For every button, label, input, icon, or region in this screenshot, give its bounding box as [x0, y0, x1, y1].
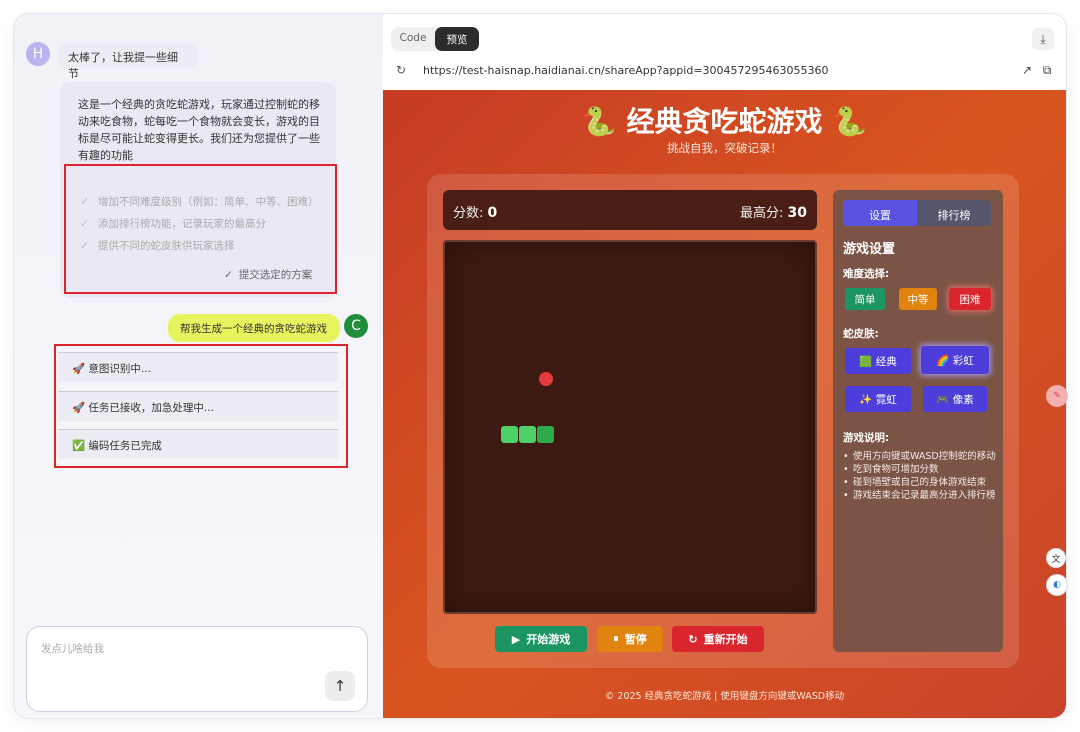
skin-rainbow-button[interactable]: 🌈 彩虹: [921, 346, 989, 374]
skin-label: 蛇皮肤:: [843, 328, 879, 340]
restart-icon: ↻: [688, 632, 698, 646]
open-external-icon[interactable]: ↗: [1017, 63, 1037, 77]
floating-tool-icon[interactable]: ✎: [1046, 385, 1068, 407]
game-page: 🐍 经典贪吃蛇游戏 🐍 挑战自我，突破记录！ 分数: 0 最高分: 30 ▶ 开…: [383, 90, 1066, 718]
assistant-icon[interactable]: ◐: [1046, 574, 1068, 596]
settings-panel: 设置 排行榜 游戏设置 难度选择: 简单 中等 困难 蛇皮肤: 🟩 经典 🌈 彩…: [833, 190, 1003, 652]
skin-pixel-button[interactable]: 🎮 像素: [923, 386, 987, 412]
difficulty-label: 难度选择:: [843, 268, 890, 280]
snake-head: [537, 426, 554, 443]
settings-tabs: 设置 排行榜: [843, 200, 991, 226]
game-title: 🐍 经典贪吃蛇游戏 🐍: [581, 105, 868, 138]
rule-item: 游戏结束会记录最高分进入排行榜: [843, 489, 997, 502]
difficulty-easy-button[interactable]: 简单: [845, 288, 885, 310]
message-input[interactable]: 发点儿啥给我 ↑: [26, 626, 368, 712]
score-bar: 分数: 0 最高分: 30: [443, 190, 817, 230]
skin-neon-button[interactable]: ✨ 霓虹: [845, 386, 911, 412]
tab-code[interactable]: Code: [391, 27, 435, 51]
ai-response-text: 这是一个经典的贪吃蛇游戏，玩家通过控制蛇的移动来吃食物，蛇每吃一个食物就会变长，…: [78, 98, 320, 162]
app-window: H 太棒了，让我提一些细节 这是一个经典的贪吃蛇游戏，玩家通过控制蛇的移动来吃食…: [14, 14, 1066, 718]
tab-preview[interactable]: 预览: [435, 27, 479, 51]
status-received: 🚀 任务已接收，加急处理中...: [58, 391, 338, 421]
user-avatar: H: [26, 42, 50, 66]
start-game-button[interactable]: ▶ 开始游戏: [495, 626, 587, 652]
game-card: 分数: 0 最高分: 30 ▶ 开始游戏 ⏸ 暂停 ↻ 重新开始 设置 排行榜 …: [427, 174, 1019, 668]
option-skins[interactable]: ✓ 提供不同的蛇皮肤供玩家选择: [80, 238, 235, 253]
skin-classic-button[interactable]: 🟩 经典: [845, 348, 911, 374]
rule-item: 吃到食物可增加分数: [843, 463, 997, 476]
pause-icon: ⏸: [613, 632, 619, 645]
tab-leaderboard[interactable]: 排行榜: [917, 200, 991, 226]
download-icon[interactable]: ⤓: [1032, 28, 1054, 50]
score-display: 分数: 0: [453, 205, 498, 221]
send-button[interactable]: ↑: [325, 671, 355, 701]
restart-button[interactable]: ↻ 重新开始: [672, 626, 764, 652]
submit-options-button[interactable]: ✓ 提交选定的方案: [224, 267, 312, 282]
url-text[interactable]: https://test-haisnap.haidianai.cn/shareA…: [423, 64, 1017, 77]
preview-panel: Code 预览 ⤓ ↻ https://test-haisnap.haidian…: [383, 14, 1066, 718]
option-leaderboard[interactable]: ✓ 添加排行榜功能，记录玩家的最高分: [80, 216, 266, 231]
game-board[interactable]: [443, 240, 817, 614]
game-subtitle: 挑战自我，突破记录！: [667, 141, 782, 155]
check-icon: ✓: [80, 216, 90, 230]
food: [539, 372, 553, 386]
settings-title: 游戏设置: [843, 242, 896, 257]
rule-item: 碰到墙壁或自己的身体游戏结束: [843, 476, 997, 489]
reload-icon[interactable]: ↻: [391, 63, 411, 77]
bot-avatar: C: [344, 314, 368, 338]
translate-icon[interactable]: 文: [1046, 548, 1066, 568]
option-difficulty[interactable]: ✓ 增加不同难度级别（例如：简单、中等、困难）: [80, 194, 319, 209]
address-bar: ↻ https://test-haisnap.haidianai.cn/shar…: [391, 56, 1057, 84]
user-message: 帮我生成一个经典的贪吃蛇游戏: [168, 314, 340, 342]
snake-segment: [501, 426, 518, 443]
chat-panel: H 太棒了，让我提一些细节 这是一个经典的贪吃蛇游戏，玩家通过控制蛇的移动来吃食…: [14, 14, 384, 718]
game-footer: © 2025 经典贪吃蛇游戏 | 使用键盘方向键或WASD移动: [604, 691, 845, 702]
check-icon: ✓: [224, 268, 233, 281]
copy-window-icon[interactable]: ⧉: [1037, 63, 1057, 78]
pause-button[interactable]: ⏸ 暂停: [597, 626, 663, 652]
snake-segment: [519, 426, 536, 443]
rules-list: 使用方向键或WASD控制蛇的移动 吃到食物可增加分数 碰到墙壁或自己的身体游戏结…: [843, 450, 997, 502]
difficulty-medium-button[interactable]: 中等: [899, 288, 937, 310]
arrow-up-icon: ↑: [333, 677, 347, 695]
status-intent: 🚀 意图识别中...: [58, 352, 338, 382]
rules-label: 游戏说明:: [843, 432, 890, 444]
check-icon: ✓: [80, 194, 90, 208]
high-score-display: 最高分: 30: [739, 205, 807, 221]
check-icon: ✓: [80, 238, 90, 252]
play-icon: ▶: [511, 632, 521, 646]
tab-settings[interactable]: 设置: [843, 200, 917, 226]
rule-item: 使用方向键或WASD控制蛇的移动: [843, 450, 997, 463]
user-message-top: 太棒了，让我提一些细节: [58, 44, 198, 80]
status-completed: ✅ 编码任务已完成: [58, 429, 338, 459]
difficulty-hard-button[interactable]: 困难: [949, 288, 991, 310]
view-tabs: Code 预览: [391, 27, 479, 51]
input-placeholder: 发点儿啥给我: [41, 643, 104, 655]
